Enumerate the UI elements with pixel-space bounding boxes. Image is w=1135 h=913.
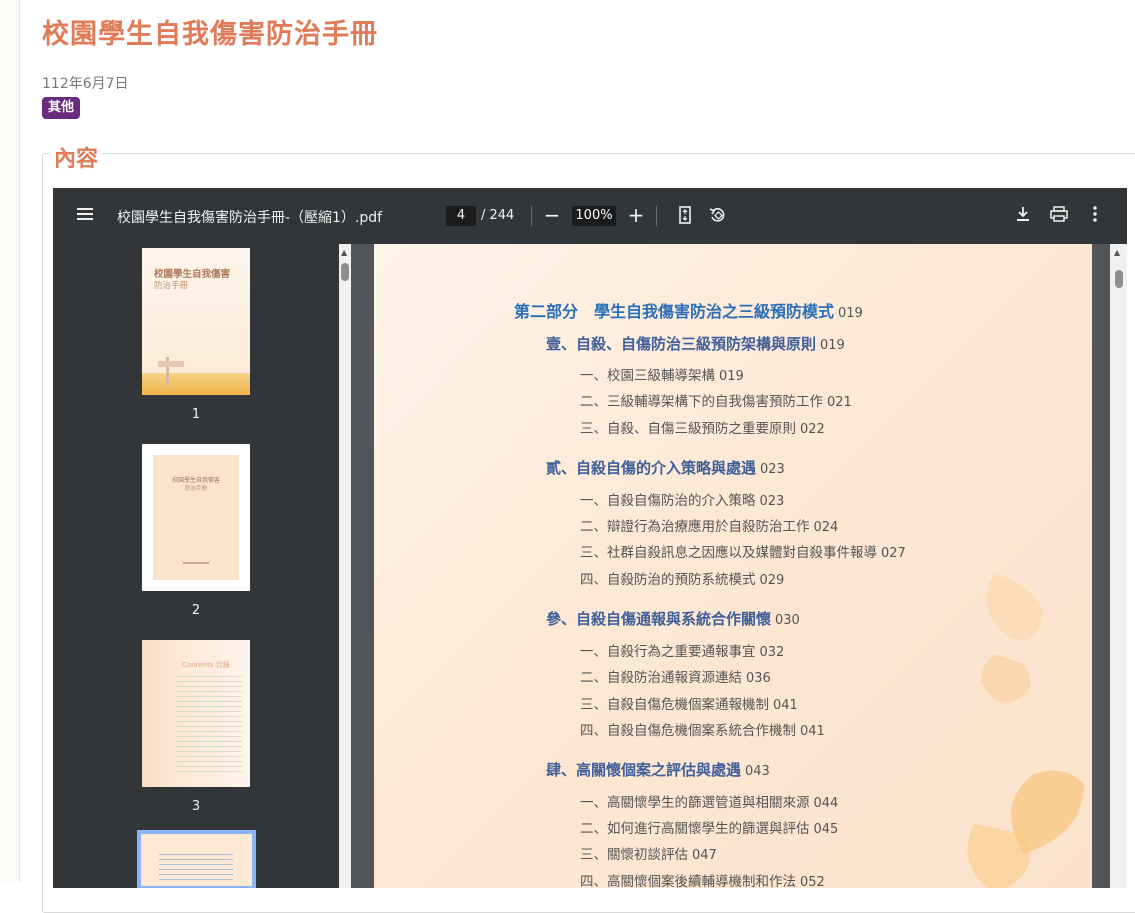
toc-chapter[interactable]: 壹、自殺、自傷防治三級預防架構與原則 019 xyxy=(546,333,845,354)
toolbar-separator xyxy=(531,206,532,226)
toc-item[interactable]: 二、辯證行為治療應用於自殺防治工作 024 xyxy=(580,515,838,535)
fit-page-icon[interactable] xyxy=(675,206,695,229)
pdf-toolbar: 校園學生自我傷害防治手冊-（壓縮1）.pdf 4 / 244 − 100% + xyxy=(53,188,1127,244)
thumbnail-text-lines xyxy=(176,676,242,776)
toc-item[interactable]: 四、自殺自傷危機個案系統合作機制 041 xyxy=(580,719,825,739)
toc-item[interactable]: 三、關懷初談評估 047 xyxy=(580,843,717,863)
page-total: / 244 xyxy=(481,208,515,223)
sidebar-scrollbar[interactable] xyxy=(339,244,351,888)
thumbnail-number: 2 xyxy=(191,603,201,618)
sidebar-scroll-thumb[interactable] xyxy=(341,263,349,281)
thumbnail-contents-title: Contents 目錄 xyxy=(182,661,230,669)
toc-item[interactable]: 一、高關懷學生的篩選管道與相關來源 044 xyxy=(580,791,838,811)
page-thumbnail-1[interactable]: 校園學生自我傷害 防治手冊 xyxy=(142,248,250,395)
toc-item[interactable]: 三、社群自殺訊息之因應以及媒體對自殺事件報導 027 xyxy=(580,541,906,561)
pdf-page: 第二部分 學生自我傷害防治之三級預防模式 019 壹、自殺、自傷防治三級預防架構與… xyxy=(374,244,1092,888)
toc-item[interactable]: 四、高關懷個案後續輔導機制和作法 052 xyxy=(580,870,825,888)
toc-item[interactable]: 四、自殺防治的預防系統模式 029 xyxy=(580,568,784,588)
download-icon[interactable] xyxy=(1013,206,1033,227)
toolbar-separator xyxy=(656,206,657,226)
ginkgo-leaf-decoration xyxy=(967,574,1084,888)
thumbnail-title: 校園學生自我傷害 xyxy=(154,269,231,280)
signpost-board xyxy=(158,361,184,367)
thumbnail-title: 校園學生自我傷害 xyxy=(171,477,220,484)
toc-item[interactable]: 三、自殺、自傷三級預防之重要原則 022 xyxy=(580,417,825,437)
toc-part-heading[interactable]: 第二部分 學生自我傷害防治之三級預防模式 019 xyxy=(514,298,863,322)
thumbnail-inner: 校園學生自我傷害 防治手冊 xyxy=(153,455,239,580)
thumbnail-subtitle: 防治手冊 xyxy=(184,486,207,492)
rotate-icon[interactable] xyxy=(707,206,729,229)
thumbnail-text-lines xyxy=(159,854,233,884)
toc-item[interactable]: 一、校園三級輔導架構 019 xyxy=(580,364,744,384)
print-icon[interactable] xyxy=(1048,206,1070,227)
toc-item[interactable]: 二、如何進行高關懷學生的篩選與評估 045 xyxy=(580,817,838,837)
menu-icon[interactable] xyxy=(75,206,95,226)
toc-item[interactable]: 二、三級輔導架構下的自我傷害預防工作 021 xyxy=(580,390,852,410)
toc-item[interactable]: 一、自殺行為之重要通報事宜 032 xyxy=(580,640,784,660)
scroll-up-arrow-icon[interactable]: ▲ xyxy=(341,248,347,257)
main-scroll-thumb[interactable] xyxy=(1115,270,1123,288)
toc-chapter[interactable]: 參、自殺自傷通報與系統合作關懷 030 xyxy=(546,608,800,629)
category-badge[interactable]: 其他 xyxy=(42,97,81,119)
pdf-viewer: 校園學生自我傷害防治手冊-（壓縮1）.pdf 4 / 244 − 100% + … xyxy=(53,188,1127,888)
page-number-input[interactable]: 4 xyxy=(446,206,476,226)
toc-chapter[interactable]: 貳、自殺自傷的介入策略與處遇 023 xyxy=(546,457,785,478)
thumbnail-footer xyxy=(183,562,209,564)
thumbnail-number: 3 xyxy=(191,799,201,814)
toc-item[interactable]: 一、自殺自傷防治的介入策略 023 xyxy=(580,489,784,509)
zoom-input[interactable]: 100% xyxy=(572,206,616,226)
thumbnail-number: 1 xyxy=(191,407,201,422)
publish-date: 112年6月7日 xyxy=(42,76,129,92)
toc-item[interactable]: 三、自殺自傷危機個案通報機制 041 xyxy=(580,693,798,713)
page-thumbnail-3[interactable]: Contents 目錄 xyxy=(142,640,250,787)
zoom-in-icon[interactable]: + xyxy=(626,205,646,225)
page-title: 校園學生自我傷害防治手冊 xyxy=(42,19,378,50)
toc-chapter[interactable]: 肆、高關懷個案之評估與處遇 043 xyxy=(546,759,770,780)
page-thumbnail-2[interactable]: 校園學生自我傷害 防治手冊 xyxy=(142,444,250,591)
pdf-filename: 校園學生自我傷害防治手冊-（壓縮1）.pdf xyxy=(117,210,383,226)
thumbnail-grass xyxy=(142,373,250,395)
toc-item[interactable]: 二、自殺防治通報資源連結 036 xyxy=(580,666,771,686)
thumbnail-subtitle: 防治手冊 xyxy=(154,281,189,291)
left-border xyxy=(0,0,20,882)
scroll-up-arrow-icon[interactable]: ▲ xyxy=(1114,248,1120,257)
zoom-out-icon[interactable]: − xyxy=(542,205,562,225)
main-scrollbar[interactable] xyxy=(1110,244,1127,888)
more-vert-icon[interactable] xyxy=(1085,206,1105,227)
section-legend: 內容 xyxy=(50,141,103,173)
page-thumbnail-4-selected[interactable] xyxy=(137,830,256,888)
